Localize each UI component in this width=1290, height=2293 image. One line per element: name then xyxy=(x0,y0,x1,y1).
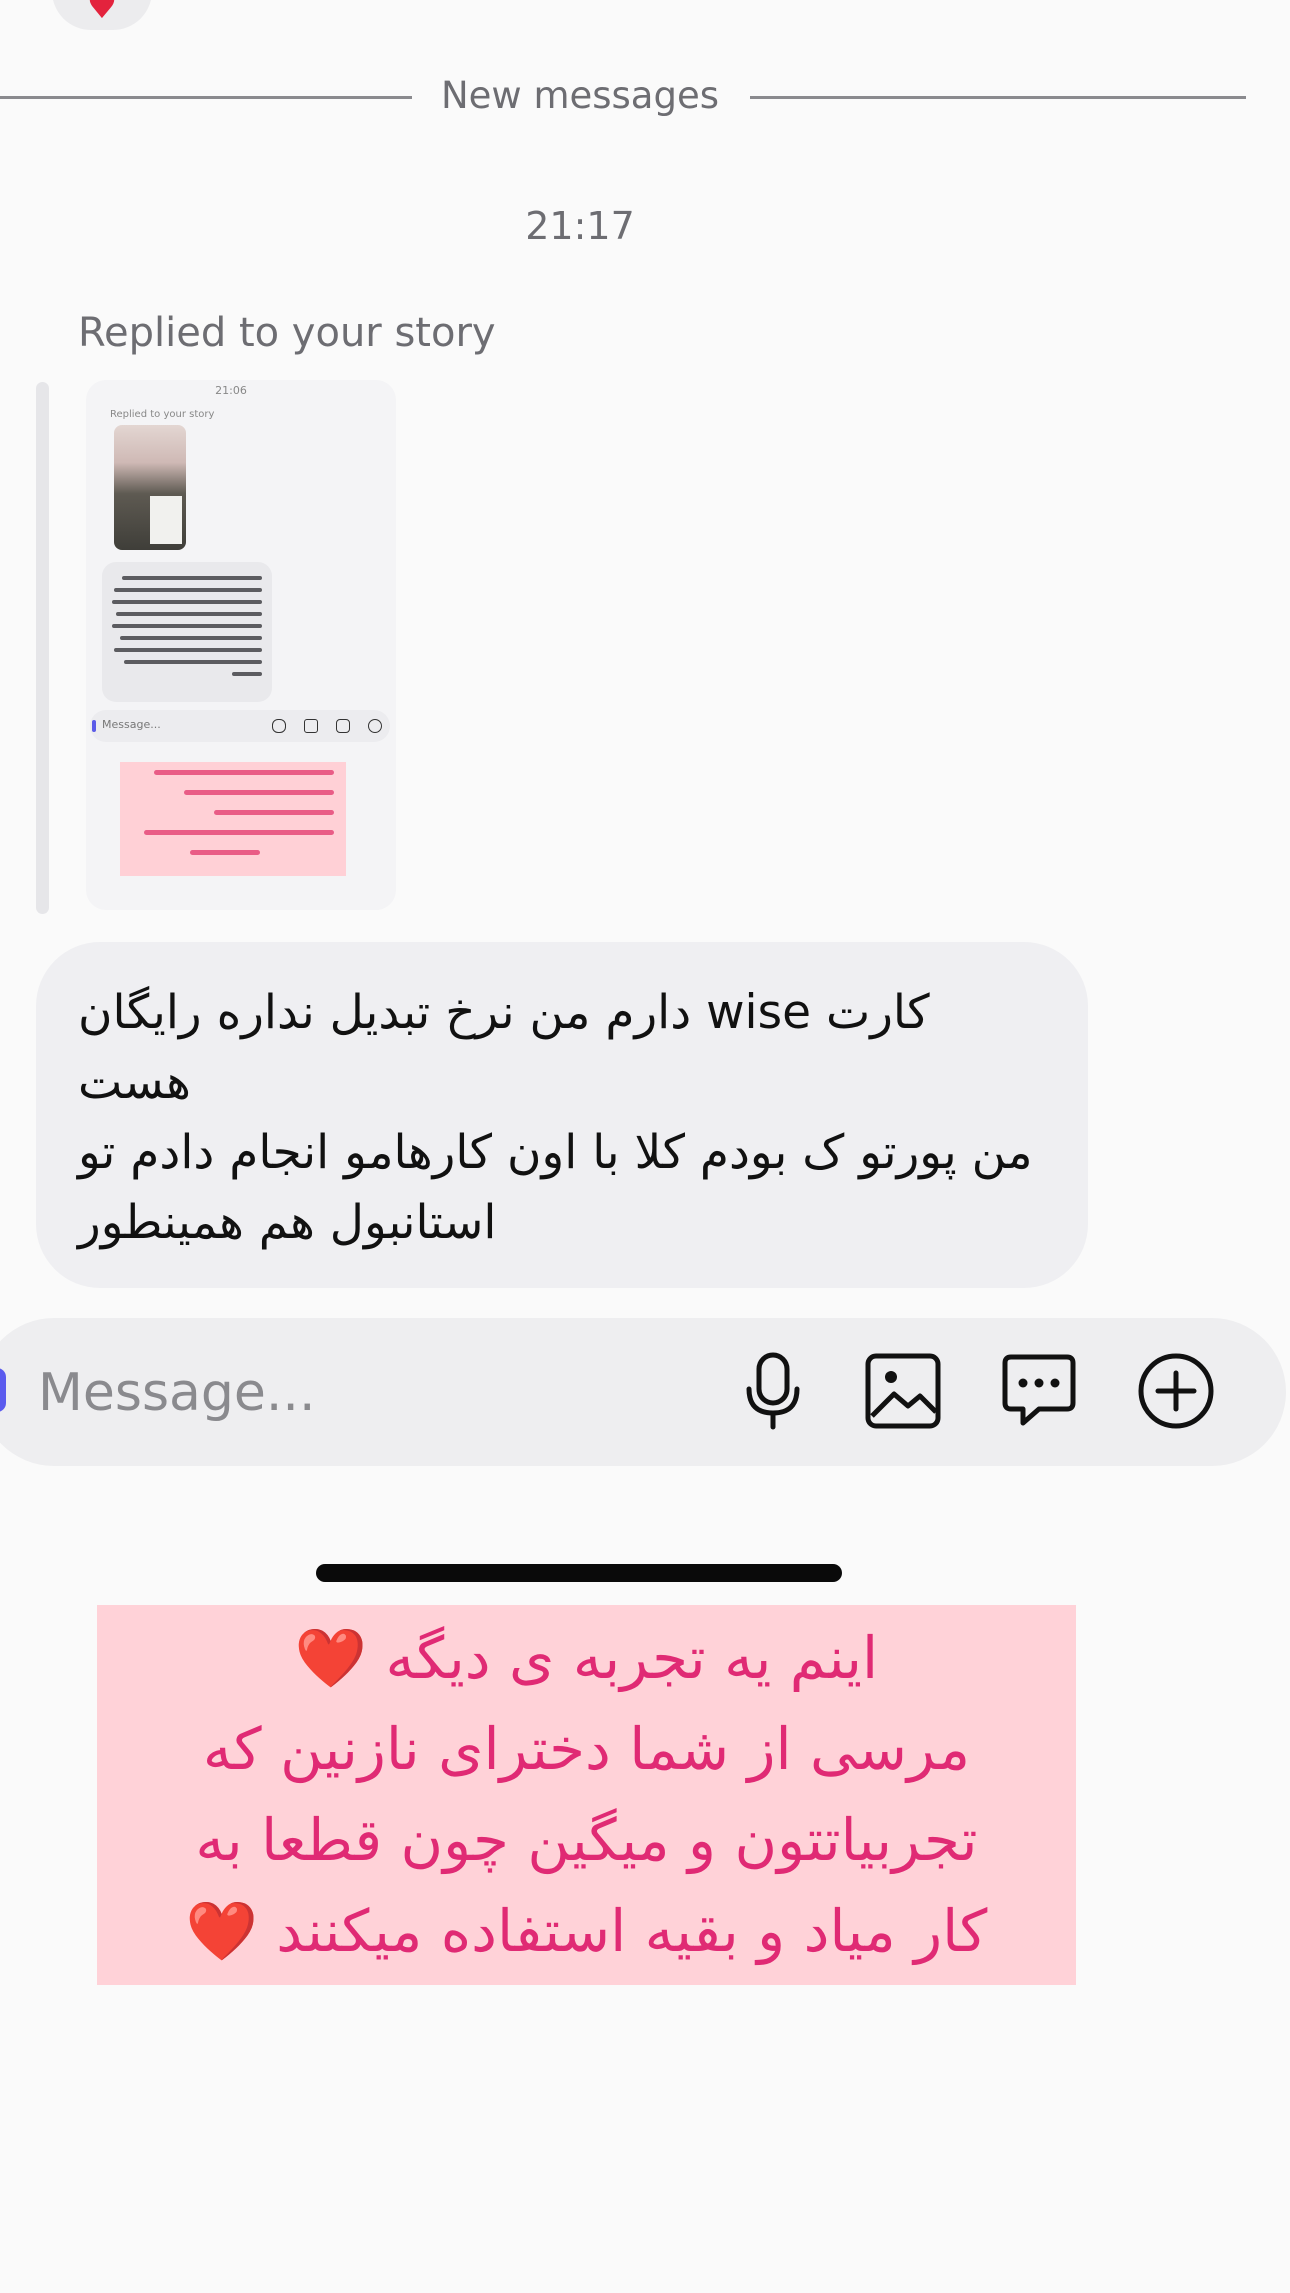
story-preview-placeholder: Message... xyxy=(102,718,161,731)
caption-text: اینم یه تجربه ی دیگه ❤️ مرسی از شما دختر… xyxy=(97,1613,1076,1977)
sticker-icon[interactable] xyxy=(998,1350,1080,1432)
home-indicator xyxy=(316,1564,842,1582)
caption-line-2: مرسی از شما دخترای نازنین که xyxy=(202,1715,971,1783)
image-icon[interactable] xyxy=(862,1350,944,1432)
plus-icon[interactable] xyxy=(1135,1350,1217,1432)
story-preview-replied-label: Replied to your story xyxy=(110,409,215,420)
camera-button[interactable] xyxy=(0,1368,6,1412)
heart-icon: ♥ xyxy=(86,0,118,27)
message-text: کارت wise دارم من نرخ تبدیل نداره رایگان… xyxy=(78,985,1033,1250)
message-bubble[interactable]: کارت wise دارم من نرخ تبدیل نداره رایگان… xyxy=(36,942,1088,1288)
caption-line-4: کار میاد و بقیه استفاده میکنند ❤️ xyxy=(185,1897,988,1965)
reply-quote-bar xyxy=(36,382,49,914)
story-preview-image xyxy=(114,425,186,550)
caption-box: اینم یه تجربه ی دیگه ❤️ مرسی از شما دختر… xyxy=(97,1605,1076,1985)
message-input[interactable] xyxy=(36,1362,660,1424)
story-preview-time: 21:06 xyxy=(215,384,247,397)
caption-line-1: اینم یه تجربه ی دیگه ❤️ xyxy=(294,1624,879,1692)
microphone-icon[interactable] xyxy=(732,1350,814,1432)
story-preview-message-bubble xyxy=(102,562,272,702)
caption-line-3: تجربیاتتون و میگین چون قطعا به xyxy=(195,1806,978,1874)
story-preview-composer: Message... xyxy=(90,710,390,742)
story-preview[interactable]: 21:06 Replied to your story Message... xyxy=(86,380,396,910)
reaction-bubble[interactable]: ♥ xyxy=(52,0,152,30)
new-messages-label: New messages xyxy=(440,74,720,117)
story-preview-caption xyxy=(120,762,346,876)
message-timestamp: 21:17 xyxy=(525,204,635,248)
replied-to-story-label: Replied to your story xyxy=(78,310,496,356)
